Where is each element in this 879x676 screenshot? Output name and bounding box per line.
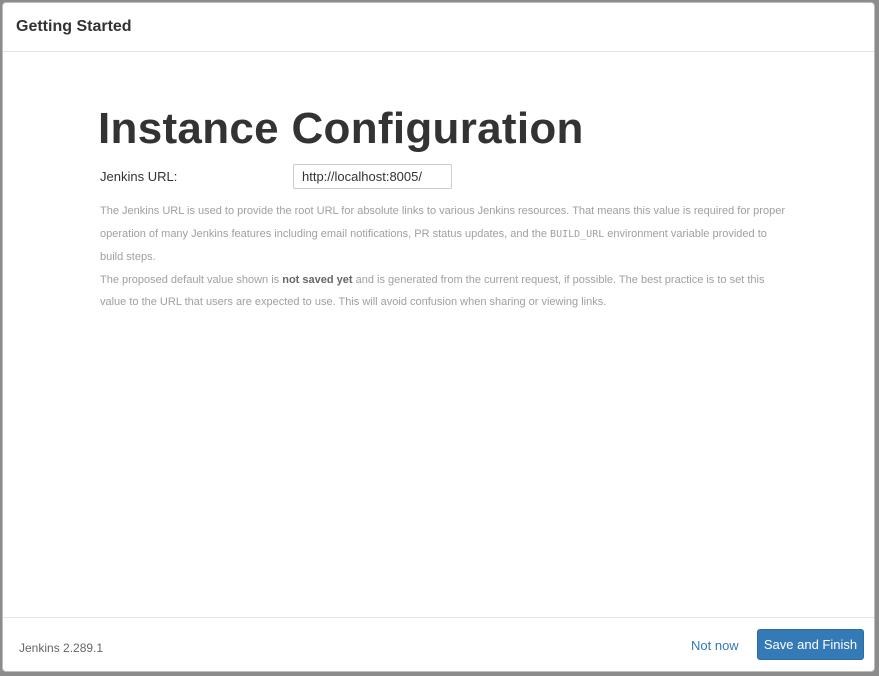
setup-wizard-dialog: Getting Started Instance Configuration J… xyxy=(2,2,875,672)
jenkins-url-input[interactable] xyxy=(293,164,452,189)
help-paragraph-1: The Jenkins URL is used to provide the r… xyxy=(100,200,790,269)
save-and-finish-button[interactable]: Save and Finish xyxy=(757,629,864,660)
dialog-header: Getting Started xyxy=(3,3,874,52)
not-saved-emphasis: not saved yet xyxy=(282,273,353,286)
dialog-body: Instance Configuration Jenkins URL: The … xyxy=(3,52,874,619)
dialog-footer: Jenkins 2.289.1 Not now Save and Finish xyxy=(3,617,874,671)
page-heading: Instance Configuration xyxy=(98,104,584,153)
help-paragraph-2: The proposed default value shown is not … xyxy=(100,269,790,314)
dialog-title: Getting Started xyxy=(16,18,132,35)
jenkins-url-label: Jenkins URL: xyxy=(100,169,178,184)
help-text-segment: The proposed default value shown is xyxy=(100,273,283,286)
jenkins-version: Jenkins 2.289.1 xyxy=(19,641,104,655)
jenkins-url-help: The Jenkins URL is used to provide the r… xyxy=(100,200,790,314)
build-url-code: BUILD_URL xyxy=(550,228,605,240)
not-now-button[interactable]: Not now xyxy=(691,638,739,653)
